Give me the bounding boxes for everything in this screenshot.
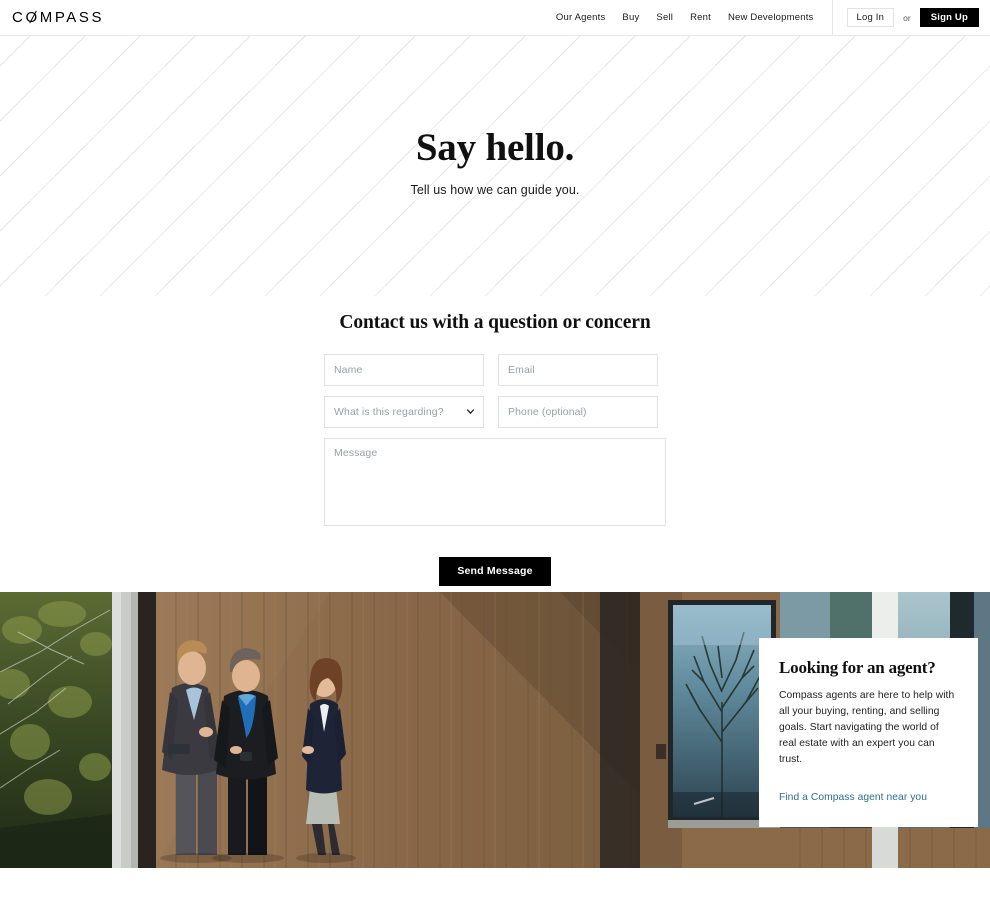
contact-page: C O MPASS Our Agents Buy Sell Rent New Dev… [0,0,990,901]
nav-link-rent[interactable]: Rent [690,12,711,23]
message-field[interactable]: Message [324,438,666,526]
phone-placeholder: Phone (optional) [508,406,587,418]
nav-divider [831,0,833,36]
agent-card: Looking for an agent? Compass agents are… [759,638,978,827]
page-title: Say hello. [415,126,575,169]
logo-text-part2: MPASS [39,9,105,26]
phone-field[interactable]: Phone (optional) [498,396,658,428]
sign-up-button[interactable]: Sign Up [919,7,979,28]
logo-slashed-o: O [25,9,40,26]
submit-row: Send Message [324,557,666,586]
form-row-1: Name Email [324,354,666,386]
main-navigation: Our Agents Buy Sell Rent New Development… [556,0,990,36]
email-field[interactable]: Email [498,354,658,386]
nav-link-sell[interactable]: Sell [656,12,673,23]
agent-card-body: Compass agents are here to help with all… [779,690,955,765]
compass-logo[interactable]: C O MPASS [12,9,104,26]
log-in-button[interactable]: Log In [846,7,895,28]
name-placeholder: Name [334,364,363,376]
site-header: C O MPASS Our Agents Buy Sell Rent New Dev… [0,0,990,36]
nav-link-our-agents[interactable]: Our Agents [556,12,606,23]
agent-card-title: Looking for an agent? [779,658,936,677]
send-message-button[interactable]: Send Message [439,557,551,586]
email-placeholder: Email [508,364,535,376]
contact-heading: Contact us with a question or concern [339,312,651,333]
nav-link-buy[interactable]: Buy [622,12,639,23]
regarding-placeholder: What is this regarding? [334,406,444,418]
hero-section: Say hello. Tell us how we can guide you. [0,36,990,296]
logo-text-part1: C [12,9,26,26]
nav-link-new-developments[interactable]: New Developments [728,12,814,23]
regarding-select[interactable]: What is this regarding? [324,396,484,428]
auth-controls: Log In or Sign Up [846,7,979,28]
find-agent-link[interactable]: Find a Compass agent near you [779,792,927,803]
form-row-2: What is this regarding? Phone (optional) [324,396,666,428]
or-label: or [903,12,911,23]
nav-links: Our Agents Buy Sell Rent New Development… [556,12,814,23]
contact-section: Contact us with a question or concern Na… [0,296,990,592]
contact-form: Name Email What is this regarding? Phone… [324,354,666,586]
name-field[interactable]: Name [324,354,484,386]
hero-subtitle: Tell us how we can guide you. [410,183,580,197]
message-placeholder: Message [334,447,378,459]
chevron-down-icon [467,409,474,415]
